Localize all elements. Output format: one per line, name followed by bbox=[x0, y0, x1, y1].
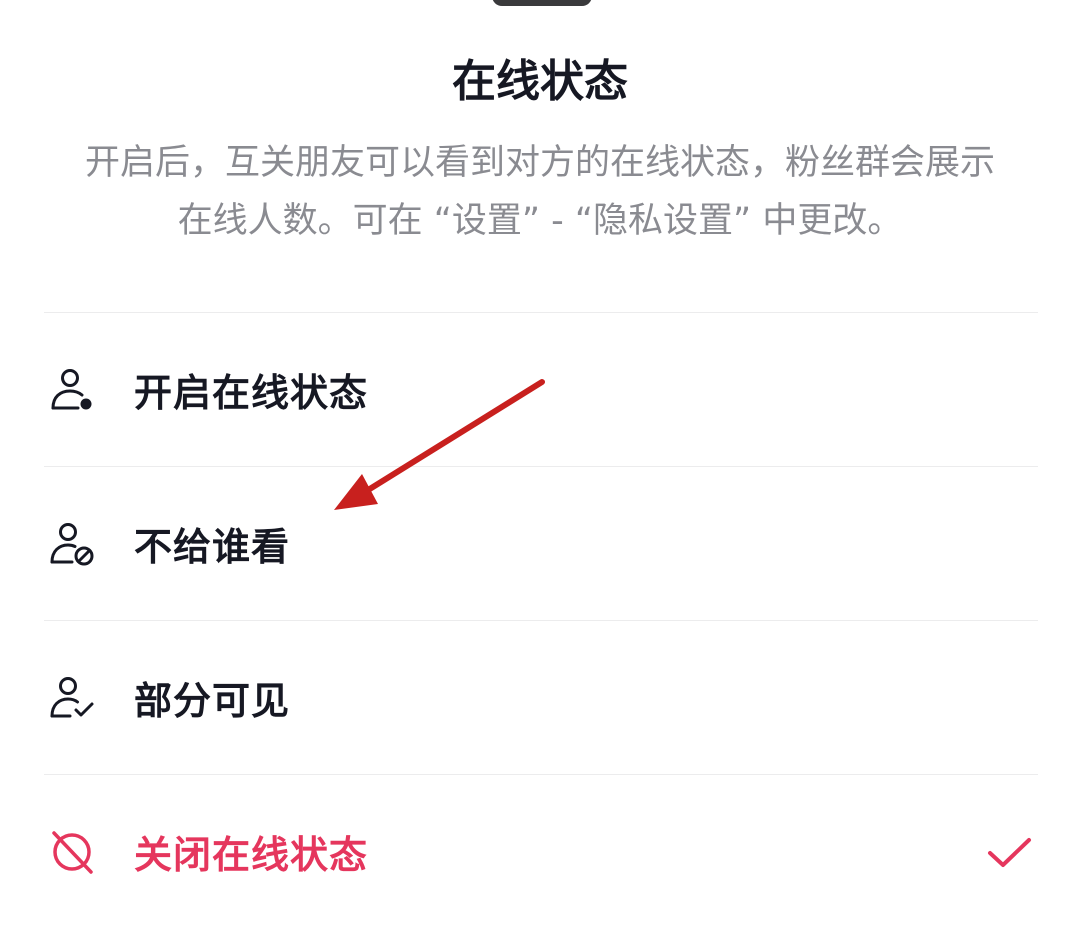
sheet-drag-handle[interactable] bbox=[492, 0, 592, 6]
option-hide-from-label: 不给谁看 bbox=[134, 525, 291, 569]
option-partially-visible-label: 部分可见 bbox=[134, 679, 291, 723]
description-line-2: 在线人数。可在 “设置” - “隐私设置” 中更改。 bbox=[177, 201, 903, 241]
selected-check-icon bbox=[984, 826, 1036, 878]
option-offline-label: 关闭在线状态 bbox=[134, 833, 369, 877]
user-blocked-icon bbox=[46, 518, 98, 570]
user-check-icon bbox=[46, 672, 98, 724]
sheet-title: 在线状态 bbox=[452, 56, 628, 107]
offline-icon bbox=[46, 826, 98, 878]
option-online[interactable]: 开启在线状态 bbox=[44, 312, 1038, 466]
description-line-1: 开启后，互关朋友可以看到对方的在线状态，粉丝群会展示 bbox=[84, 143, 995, 183]
option-hide-from[interactable]: 不给谁看 bbox=[44, 466, 1038, 620]
sheet-description: 开启后，互关朋友可以看到对方的在线状态，粉丝群会展示 在线人数。可在 “设置” … bbox=[24, 134, 1056, 250]
option-offline[interactable]: 关闭在线状态 bbox=[44, 774, 1038, 928]
status-options-list: 开启在线状态 不给谁看 部分可见 关闭在线状态 bbox=[44, 312, 1038, 928]
online-status-sheet: 在线状态 开启后，互关朋友可以看到对方的在线状态，粉丝群会展示 在线人数。可在 … bbox=[0, 0, 1080, 944]
user-online-icon bbox=[46, 364, 98, 416]
option-online-label: 开启在线状态 bbox=[134, 371, 369, 415]
option-partially-visible[interactable]: 部分可见 bbox=[44, 620, 1038, 774]
